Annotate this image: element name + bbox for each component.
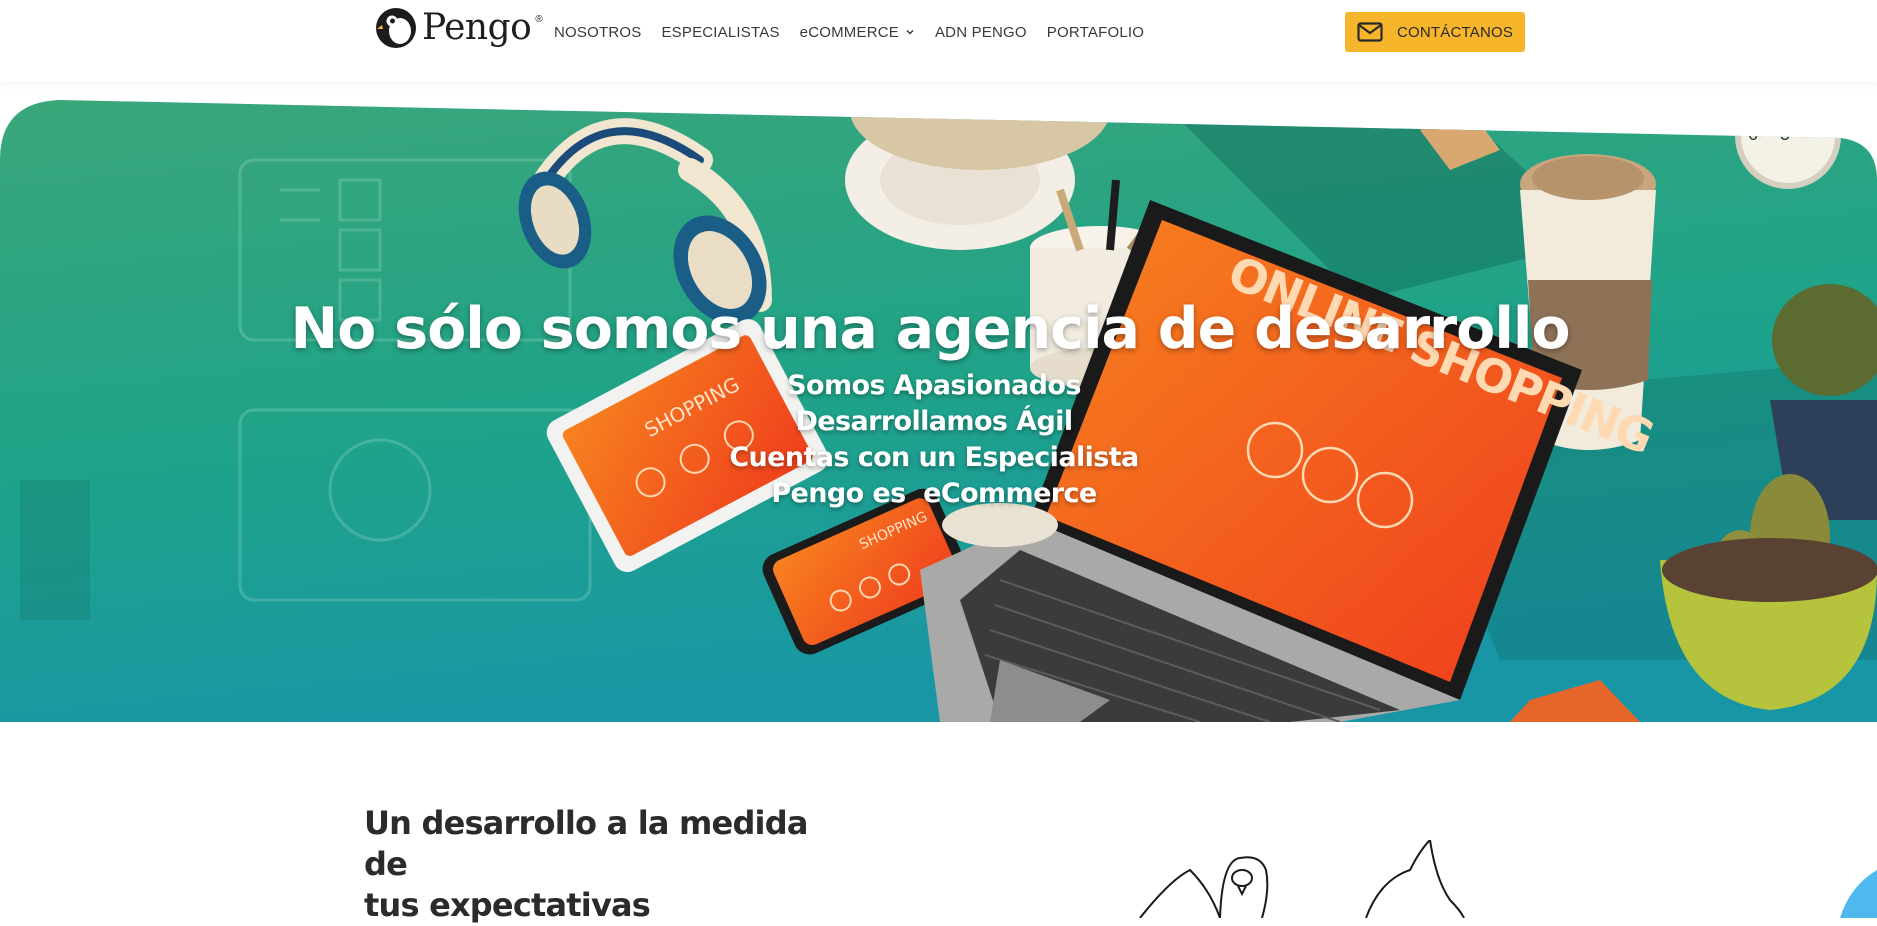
nav-label: eCOMMERCE: [799, 23, 899, 41]
nav-label: PORTAFOLIO: [1046, 23, 1145, 41]
site-header: Pengo ® NOSOTROS ESPECIALISTAS eCOMMERCE…: [0, 0, 1877, 82]
contact-button[interactable]: CONTÁCTANOS: [1345, 12, 1525, 52]
hero-banner: 6 5 SHOPPING SHOPPING ONLINE SHOPPING No…: [0, 100, 1877, 722]
corner-accent-shape: [1840, 870, 1877, 918]
pengo-logo[interactable]: Pengo ®: [374, 6, 543, 50]
main-nav: NOSOTROS ESPECIALISTAS eCOMMERCE ADN PEN…: [554, 20, 1164, 44]
hero-image: 6 5 SHOPPING SHOPPING ONLINE SHOPPING: [0, 100, 1877, 722]
envelope-icon: [1357, 22, 1383, 42]
chevron-down-icon: [906, 29, 914, 35]
section-heading-line: tus expectativas: [364, 886, 651, 924]
penguin-sketch-illustration: [1139, 840, 1465, 918]
nav-item-adn-pengo[interactable]: ADN PENGO: [935, 24, 1027, 41]
svg-text:5: 5: [1780, 124, 1790, 144]
penguin-logo-icon: [376, 8, 416, 48]
svg-text:6: 6: [1748, 124, 1758, 144]
section-heading: Un desarrollo a la medida de tus expecta…: [364, 803, 844, 926]
nav-item-nosotros[interactable]: NOSOTROS: [554, 24, 641, 41]
registered-mark: ®: [535, 14, 543, 25]
section-heading-line: Un desarrollo a la medida de: [364, 804, 808, 883]
nav-label: ESPECIALISTAS: [661, 23, 780, 41]
nav-item-portafolio[interactable]: PORTAFOLIO: [1047, 24, 1144, 41]
nav-label: ADN PENGO: [934, 23, 1027, 41]
contact-button-label: CONTÁCTANOS: [1396, 23, 1514, 41]
nav-item-especialistas[interactable]: ESPECIALISTAS: [661, 24, 779, 41]
nav-label: NOSOTROS: [554, 23, 642, 41]
nav-item-ecommerce[interactable]: eCOMMERCE: [800, 24, 915, 41]
logo-wordmark: Pengo: [422, 7, 532, 48]
